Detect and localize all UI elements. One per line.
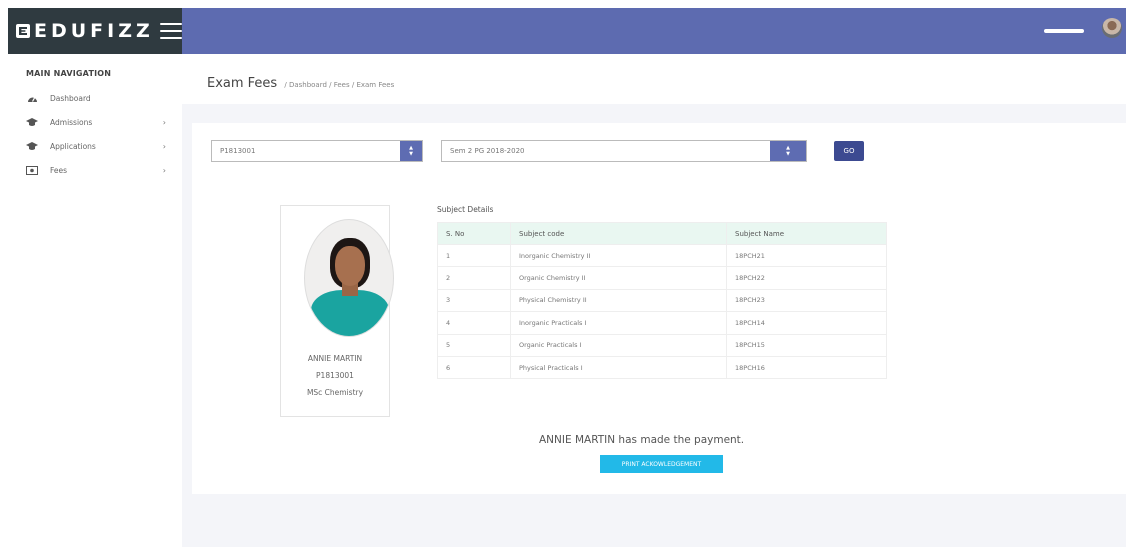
payment-status-message: ANNIE MARTIN has made the payment. [539, 434, 745, 446]
graduation-cap-icon [26, 141, 38, 151]
table-row: 5 Organic Practicals I 18PCH15 [437, 333, 887, 357]
table-row: 6 Physical Practicals I 18PCH16 [437, 355, 887, 380]
table-row: 2 Organic Chemistry II 18PCH22 [437, 266, 887, 290]
chevron-right-icon: › [162, 117, 166, 127]
sidebar-item-admissions[interactable]: Admissions › [26, 114, 166, 130]
table-cell: 18PCH21 [726, 243, 887, 268]
student-course: MSc Chemistry [306, 388, 364, 397]
user-name[interactable] [1044, 29, 1084, 33]
student-id: P1813001 [316, 371, 354, 380]
table-row: 1 Inorganic Chemistry II 18PCH21 [437, 243, 887, 268]
logo-text: EDUFIZZ [34, 20, 154, 42]
table-cell: 1 [437, 243, 511, 268]
sidebar-item-label: Dashboard [50, 93, 91, 103]
table-cell: 4 [437, 311, 511, 335]
table-cell: Inorganic Practicals I [510, 311, 727, 335]
subjects-table: S. No Subject code Subject Name 1 Inorga… [437, 222, 887, 380]
money-bill-icon [26, 165, 38, 175]
nav-section-title: MAIN NAVIGATION [26, 69, 112, 78]
select-arrows-icon: ▲ ▼ [770, 141, 806, 161]
semester-value: Sem 2 PG 2018-2020 [450, 147, 525, 155]
table-cell: Organic Practicals I [510, 333, 727, 357]
user-avatar[interactable] [1102, 18, 1122, 38]
table-cell: 18PCH23 [726, 288, 887, 313]
breadcrumb[interactable]: / Dashboard / Fees / Exam Fees [284, 81, 394, 89]
student-id-select[interactable]: P1813001 ▲ ▼ [211, 140, 423, 162]
table-cell: 5 [437, 333, 511, 357]
student-name: ANNIE MARTIN [307, 354, 363, 363]
table-cell: 18PCH14 [726, 311, 887, 335]
table-cell: Physical Practicals I [510, 355, 727, 380]
sidebar-item-label: Fees [50, 165, 68, 175]
chevron-right-icon: › [162, 165, 166, 175]
page-title-text: Exam Fees [207, 76, 278, 91]
table-cell: 18PCH15 [726, 333, 887, 357]
table-cell: 2 [437, 266, 511, 290]
column-header: S. No [437, 222, 511, 245]
sidebar: MAIN NAVIGATION Dashboard Admissions › A… [8, 54, 182, 547]
page-title: Exam Fees / Dashboard / Fees / Exam Fees [207, 76, 394, 91]
subject-details-title: Subject Details [437, 205, 494, 214]
table-cell: Physical Chemistry II [510, 288, 727, 313]
sidebar-item-fees[interactable]: Fees › [26, 162, 166, 178]
table-row: 3 Physical Chemistry II 18PCH23 [437, 288, 887, 313]
sidebar-item-applications[interactable]: Applications › [26, 138, 166, 154]
print-acknowledgement-button[interactable]: PRINT ACKOWLEDGEMENT [600, 455, 723, 473]
column-header: Subject code [510, 222, 727, 245]
student-id-value: P1813001 [220, 147, 256, 155]
menu-toggle-icon[interactable] [159, 23, 182, 39]
select-arrows-icon: ▲ ▼ [400, 141, 422, 161]
logo-icon [16, 24, 30, 38]
sidebar-item-label: Applications [50, 141, 96, 151]
table-cell: 18PCH22 [726, 266, 887, 290]
column-header: Subject Name [726, 222, 887, 245]
exam-fees-card: P1813001 ▲ ▼ Sem 2 PG 2018-2020 ▲ ▼ GO ANN… [192, 123, 1126, 494]
graduation-cap-icon [26, 117, 38, 127]
table-cell: 6 [437, 355, 511, 380]
table-header-row: S. No Subject code Subject Name [437, 222, 887, 245]
sidebar-item-dashboard[interactable]: Dashboard [26, 90, 166, 106]
semester-select[interactable]: Sem 2 PG 2018-2020 ▲ ▼ [441, 140, 807, 162]
sidebar-item-label: Admissions [50, 117, 93, 127]
table-row: 4 Inorganic Practicals I 18PCH14 [437, 311, 887, 335]
logo-area: EDUFIZZ [8, 8, 182, 54]
go-button[interactable]: GO [834, 141, 864, 161]
breadcrumb-bar: Exam Fees / Dashboard / Fees / Exam Fees [182, 54, 1126, 104]
chevron-right-icon: › [162, 141, 166, 151]
student-profile-card: ANNIE MARTIN P1813001 MSc Chemistry [280, 205, 394, 417]
table-cell: 18PCH16 [726, 355, 887, 380]
top-bar: EDUFIZZ [8, 8, 1126, 54]
dashboard-icon [26, 93, 38, 103]
student-photo [304, 219, 394, 337]
main-content: Exam Fees / Dashboard / Fees / Exam Fees… [182, 54, 1126, 547]
table-cell: 3 [437, 288, 511, 313]
table-cell: Inorganic Chemistry II [510, 243, 727, 268]
table-cell: Organic Chemistry II [510, 266, 727, 290]
